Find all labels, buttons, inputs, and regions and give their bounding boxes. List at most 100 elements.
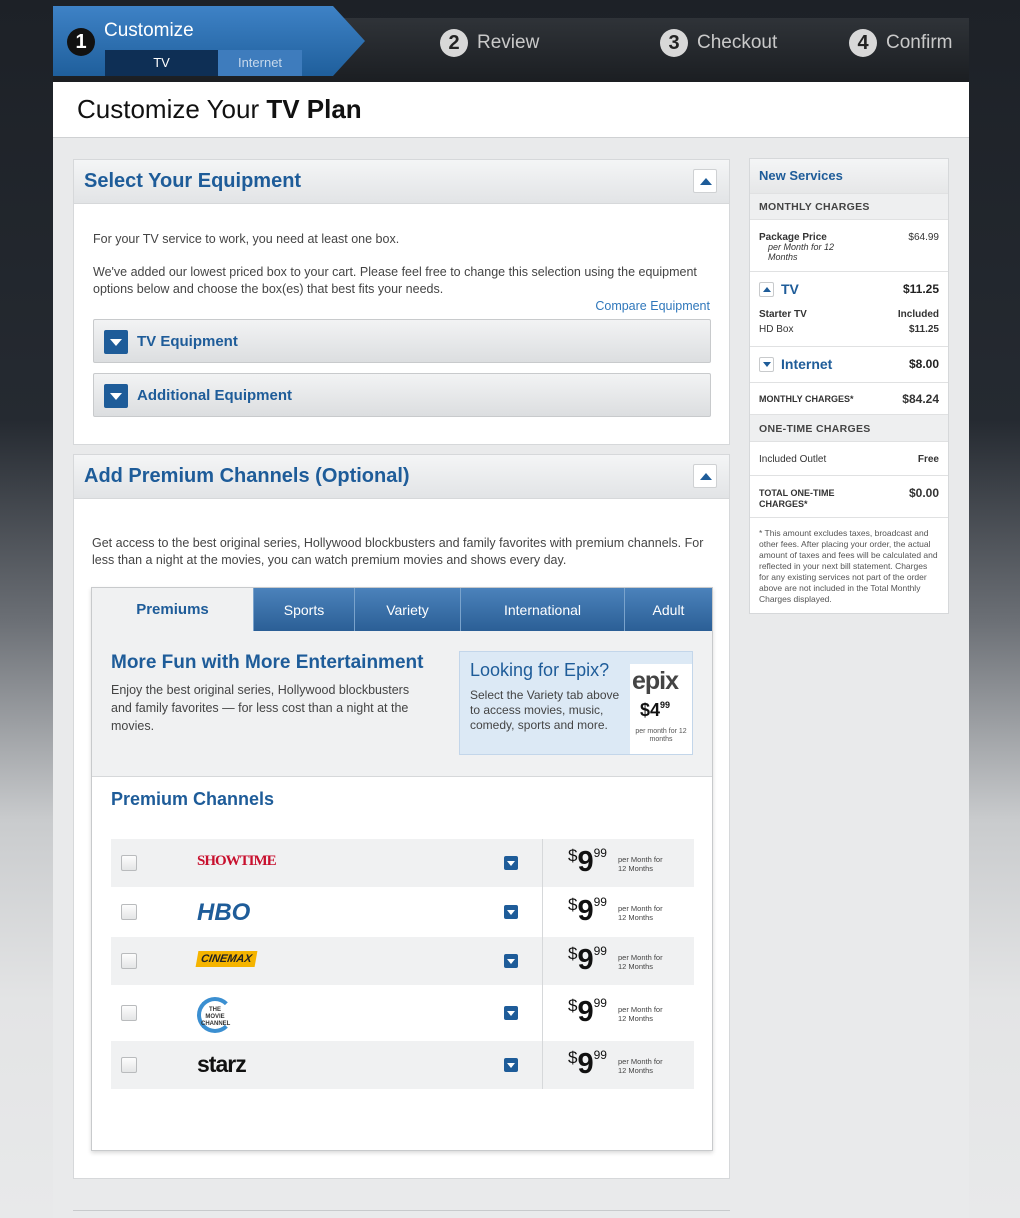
included-outlet-row: Included Outlet Free [750,441,948,475]
subtab-internet[interactable]: Internet [218,50,302,76]
sidebar-title: New Services [759,168,843,183]
collapse-up-icon[interactable] [693,464,717,488]
step-label: Confirm [886,32,953,53]
price-dollars: 9 [577,944,594,976]
tab-international[interactable]: International [460,588,624,631]
price-dollars: 9 [577,895,594,927]
internet-group-label: Internet [781,356,833,372]
channel-checkbox[interactable] [121,1057,137,1073]
epix-logo: epix [632,667,679,696]
equipment-text-1: For your TV service to work, you need at… [93,232,400,246]
step-checkout[interactable]: 3 Checkout [660,29,777,57]
channel-price: $999 [568,895,607,928]
chevron-down-icon[interactable] [504,1006,518,1020]
cinemax-logo: CINEMAX [195,951,258,967]
channel-price: $999 [568,996,607,1029]
channel-row-starz: starz $999 per Month for 12 Months [111,1041,694,1089]
chevron-down-icon[interactable] [504,905,518,919]
channel-checkbox[interactable] [121,904,137,920]
one-time-total-label: TOTAL ONE-TIME CHARGES* [759,488,835,509]
chevron-down-icon[interactable] [504,1058,518,1072]
feature-heading: More Fun with More Entertainment [111,652,424,673]
order-summary-sidebar: New Services MONTHLY CHARGES Package Pri… [749,158,949,614]
tab-sports[interactable]: Sports [253,588,354,631]
price-cents: 99 [593,846,607,860]
starz-logo: starz [197,1051,247,1077]
divider [73,1210,730,1211]
disclaimer-text: * This amount excludes taxes, broadcast … [759,528,938,604]
tv-group-label: TV [781,281,799,297]
monthly-total-value: $84.24 [902,392,939,406]
collapse-up-icon[interactable] [693,169,717,193]
epix-price: $499 [640,700,670,721]
channel-price: $999 [568,846,607,879]
row-divider [542,887,543,937]
equipment-panel-header: Select Your Equipment [74,160,729,204]
premium-title: Add Premium Channels (Optional) [84,465,410,487]
one-time-charges-header: ONE-TIME CHARGES [750,414,948,441]
premium-tabs-box: Premiums Sports Variety International Ad… [91,587,713,1151]
epix-term: per month for 12 months [635,728,687,743]
step-confirm[interactable]: 4 Confirm [849,29,953,57]
chevron-down-icon[interactable] [504,856,518,870]
package-value: $64.99 [908,232,939,243]
tab-variety[interactable]: Variety [354,588,460,631]
tv-group-value: $11.25 [902,282,939,296]
step-label: Customize [104,20,194,41]
step-number: 2 [440,29,468,57]
chevron-down-icon[interactable] [504,954,518,968]
channel-row-cinemax: CINEMAX $999 per Month for 12 Months [111,937,694,985]
tab-adult[interactable]: Adult [624,588,712,631]
channel-checkbox[interactable] [121,855,137,871]
page-header: Customize Your TV Plan [53,82,969,138]
channel-row-showtime: SHOWTIME $999 per Month for 12 Months [111,839,694,887]
epix-text: Select the Variety tab above to access m… [470,688,620,732]
row-divider [542,839,543,887]
movie-channel-logo: THE MOVIE CHANNEL [197,997,233,1033]
showtime-logo: SHOWTIME [197,853,277,869]
subtab-tv[interactable]: TV [105,50,218,76]
epix-logo-text: epix [632,667,679,695]
step-label: Checkout [697,32,778,53]
equipment-text-2: We've added our lowest priced box to you… [93,265,697,296]
section-label: ONE-TIME CHARGES [759,423,871,435]
price-term: per Month for 12 Months [618,1005,663,1023]
premium-panel-header: Add Premium Channels (Optional) [74,455,729,499]
monthly-charges-header: MONTHLY CHARGES [750,193,948,219]
feature-text: Enjoy the best original series, Hollywoo… [111,683,410,733]
price-cents: 99 [593,895,607,909]
chevron-down-icon [104,384,128,408]
price-term: per Month for 12 Months [618,904,663,922]
tab-premiums[interactable]: Premiums [92,588,253,631]
premium-channels-heading: Premium Channels [111,789,275,809]
outlet-label: Included Outlet [759,454,827,465]
section-label: MONTHLY CHARGES [759,201,870,213]
page-title: Customize Your TV Plan [77,94,362,125]
tv-equipment-accordion[interactable]: TV Equipment [93,319,711,363]
additional-equipment-accordion[interactable]: Additional Equipment [93,373,711,417]
collapse-up-icon[interactable] [759,282,774,297]
hd-box-label: HD Box [759,324,794,335]
step-review[interactable]: 2 Review [440,29,539,57]
price-cents: 99 [593,996,607,1010]
outlet-value: Free [917,454,939,465]
row-divider [542,937,543,985]
starter-tv-value: Included [897,309,939,320]
step-customize[interactable]: 1 Customize TV Internet [53,6,365,76]
package-sub: per Month for 12 Months [768,242,835,262]
channel-checkbox[interactable] [121,953,137,969]
main-sheet: Customize Your TV Plan Select Your Equip… [53,82,969,1218]
disclaimer: * This amount excludes taxes, broadcast … [750,517,948,613]
compare-equipment-link[interactable]: Compare Equipment [595,298,710,315]
epix-price-cents: 99 [660,700,671,710]
channel-checkbox[interactable] [121,1005,137,1021]
step-label: Review [477,32,540,53]
price-dollars: 9 [577,996,594,1028]
equipment-title: Select Your Equipment [84,170,302,192]
chevron-down-icon [104,330,128,354]
chevron-down-icon[interactable] [759,357,774,372]
step-number: 1 [67,28,95,56]
monthly-total-label: MONTHLY CHARGES* [759,394,854,404]
equipment-panel: Select Your Equipment For your TV servic… [73,159,730,445]
epix-heading: Looking for Epix? [470,660,610,680]
